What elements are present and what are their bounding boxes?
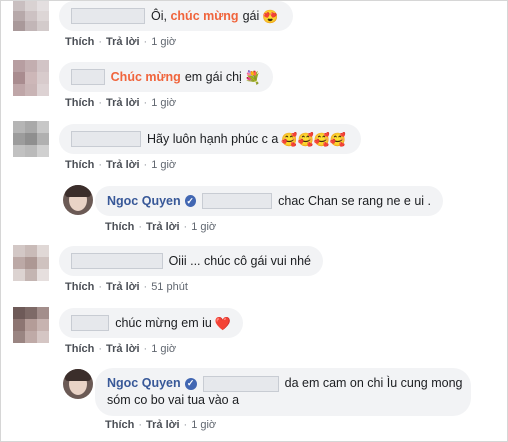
bouquet-emoji-icon: 💐 — [244, 69, 261, 85]
reply-button[interactable]: Trả lời — [146, 221, 180, 233]
avatar[interactable] — [13, 245, 49, 281]
comment-actions: Thích · Trả lời · 1 giờ — [105, 419, 217, 431]
reply-bubble: Ngoc Quyen ✓ da em cam on chi Ìu cung mo… — [95, 368, 471, 416]
reply-bubble: Ngoc Quyen ✓ chac Chan se rang ne e ui . — [95, 186, 443, 216]
like-button[interactable]: Thích — [65, 281, 94, 293]
like-button[interactable]: Thích — [105, 419, 134, 431]
comment-highlight: Chúc mừng — [110, 70, 181, 84]
red-heart-emoji-icon: ❤️ — [214, 315, 231, 331]
verified-badge-icon: ✓ — [184, 195, 196, 207]
comment-text: gái — [242, 9, 260, 23]
reply-button[interactable]: Trả lời — [106, 281, 140, 293]
like-button[interactable]: Thích — [105, 221, 134, 233]
avatar[interactable] — [13, 307, 49, 343]
comment-actions: Thích · Trả lời · 1 giờ — [65, 159, 177, 171]
reply-button[interactable]: Trả lời — [106, 159, 140, 171]
timestamp[interactable]: 1 giờ — [151, 159, 176, 171]
smiling-hearts-emoji-icon: 🥰🥰🥰🥰 — [281, 131, 347, 147]
comment-text: chac Chan se rang ne e ui . — [278, 194, 431, 208]
avatar[interactable] — [13, 1, 49, 31]
avatar[interactable] — [13, 121, 49, 157]
reply-button[interactable]: Trả lời — [106, 343, 140, 355]
timestamp[interactable]: 1 giờ — [151, 36, 176, 48]
comment-bubble: Hãy luôn hạnh phúc c a 🥰🥰🥰🥰 — [59, 124, 361, 154]
timestamp[interactable]: 1 giờ — [151, 343, 176, 355]
comment-actions: Thích · Trả lời · 1 giờ — [65, 343, 177, 355]
comment-text: Oiii ... chúc cô gái vui nhé — [168, 254, 311, 268]
timestamp[interactable]: 1 giờ — [191, 419, 216, 431]
timestamp[interactable]: 51 phút — [151, 281, 188, 293]
like-button[interactable]: Thích — [65, 159, 94, 171]
avatar[interactable] — [13, 60, 49, 96]
reply-button[interactable]: Trả lời — [146, 419, 180, 431]
blurred-name — [202, 375, 279, 392]
comment-text: chúc mừng em iu — [115, 316, 212, 330]
blurred-name — [71, 131, 141, 147]
like-button[interactable]: Thích — [65, 343, 94, 355]
like-button[interactable]: Thích — [65, 36, 94, 48]
verified-badge-icon: ✓ — [184, 377, 197, 390]
comment-bubble: Chúc mừng em gái chị 💐 — [59, 62, 273, 92]
timestamp[interactable]: 1 giờ — [151, 97, 176, 109]
comment-text: em gái chị — [184, 70, 242, 84]
comment-bubble: Ôi, chúc mừng gái 😍 — [59, 1, 293, 31]
blurred-name — [71, 69, 105, 85]
comment-text: Hãy luôn hạnh phúc c a — [147, 132, 279, 146]
like-button[interactable]: Thích — [65, 97, 94, 109]
comment-thread: Ôi, chúc mừng gái 😍 Thích · Trả lời · 1 giờ … — [0, 0, 508, 442]
blurred-name — [71, 8, 145, 24]
comment-actions: Thích · Trả lời · 51 phút — [65, 281, 188, 293]
comment-text: sóm co bo vai tua vào a — [107, 393, 240, 407]
blurred-name — [71, 315, 110, 331]
reply-button[interactable]: Trả lời — [106, 36, 140, 48]
blurred-name — [71, 253, 163, 269]
comment-actions: Thích · Trả lời · 1 giờ — [65, 36, 177, 48]
comment-bubble: Oiii ... chúc cô gái vui nhé — [59, 246, 323, 276]
heart-eyes-emoji-icon: 😍 — [262, 8, 279, 24]
comment-highlight: chúc mừng — [170, 9, 239, 23]
comment-actions: Thích · Trả lời · 1 giờ — [105, 221, 217, 233]
comment-text: Ôi, — [151, 9, 167, 23]
author-name[interactable]: Ngoc Quyen — [107, 375, 181, 392]
comment-actions: Thích · Trả lời · 1 giờ — [65, 97, 177, 109]
reply-content: Ngoc Quyen ✓ da em cam on chi Ìu cung mo… — [107, 375, 463, 409]
reply-button[interactable]: Trả lời — [106, 97, 140, 109]
avatar[interactable] — [63, 369, 93, 399]
blurred-name — [201, 193, 273, 209]
comment-text: da em cam on chi Ìu cung mong — [284, 376, 463, 390]
author-name[interactable]: Ngoc Quyen — [107, 194, 181, 208]
avatar[interactable] — [63, 185, 93, 215]
timestamp[interactable]: 1 giờ — [191, 221, 216, 233]
comment-bubble: chúc mừng em iu ❤️ — [59, 308, 243, 338]
